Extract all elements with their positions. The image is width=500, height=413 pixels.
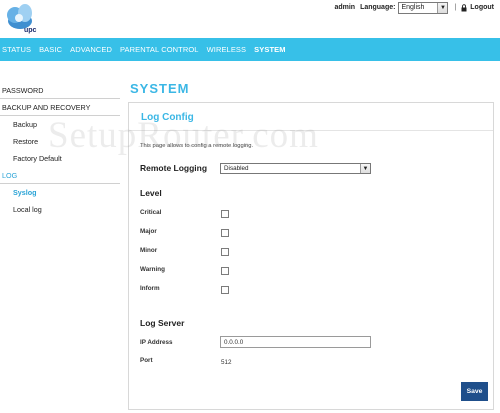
- logout-label: Logout: [470, 4, 494, 11]
- ip-address-value: 0.0.0.0: [224, 338, 244, 346]
- tab-wireless[interactable]: WIRELESS: [205, 38, 253, 61]
- remote-logging-value: Disabled: [224, 165, 249, 172]
- page-title: SYSTEM: [130, 81, 190, 96]
- log-server-heading: Log Server: [140, 318, 185, 328]
- main-nav: STATUS BASIC ADVANCED PARENTAL CONTROL W…: [0, 38, 500, 61]
- sidebar-item-syslog[interactable]: Syslog: [0, 184, 120, 201]
- sidebar-item-local-log[interactable]: Local log: [0, 201, 120, 218]
- level-minor-checkbox[interactable]: [221, 248, 229, 256]
- level-warning-label: Warning: [140, 266, 165, 273]
- sidebar: PASSWORD BACKUP AND RECOVERY Backup Rest…: [0, 82, 120, 218]
- panel-header: Log Config: [129, 103, 493, 131]
- ip-address-label: IP Address: [140, 339, 173, 346]
- ip-address-input[interactable]: 0.0.0.0: [220, 336, 371, 348]
- router-admin-page: upc admin Language: English ▼ | Logout S…: [0, 0, 500, 413]
- language-label: Language:: [360, 4, 396, 11]
- remote-logging-label: Remote Logging: [140, 163, 208, 173]
- tab-basic[interactable]: BASIC: [37, 38, 68, 61]
- chevron-down-icon: ▼: [437, 2, 448, 13]
- port-value: 512: [221, 359, 232, 366]
- separator: |: [454, 4, 457, 11]
- sidebar-item-restore[interactable]: Restore: [0, 133, 120, 150]
- port-label: Port: [140, 357, 153, 364]
- sidebar-item-backup-and-recovery[interactable]: BACKUP AND RECOVERY: [0, 99, 120, 116]
- sidebar-item-factory-default[interactable]: Factory Default: [0, 150, 120, 167]
- level-minor-label: Minor: [140, 247, 158, 254]
- username: admin: [334, 4, 356, 11]
- tab-advanced[interactable]: ADVANCED: [68, 38, 118, 61]
- panel-description: This page allows to config a remote logg…: [140, 143, 254, 149]
- level-major-label: Major: [140, 228, 157, 235]
- level-critical-label: Critical: [140, 209, 162, 216]
- top-bar: admin Language: English ▼ | Logout: [334, 1, 494, 14]
- tab-system[interactable]: SYSTEM: [252, 38, 291, 61]
- language-value: English: [401, 4, 425, 11]
- sidebar-item-password[interactable]: PASSWORD: [0, 82, 120, 99]
- level-major-checkbox[interactable]: [221, 229, 229, 237]
- sidebar-item-log[interactable]: LOG: [0, 167, 120, 184]
- tab-status[interactable]: STATUS: [0, 38, 37, 61]
- remote-logging-select[interactable]: Disabled ▼: [220, 163, 371, 174]
- level-inform-checkbox[interactable]: [221, 286, 229, 294]
- logout-link[interactable]: Logout: [461, 3, 494, 12]
- logo-text: upc: [24, 27, 37, 34]
- level-heading: Level: [140, 188, 162, 198]
- lock-icon: [461, 3, 467, 11]
- level-critical-checkbox[interactable]: [221, 210, 229, 218]
- level-inform-label: Inform: [140, 285, 160, 292]
- sidebar-item-backup[interactable]: Backup: [0, 116, 120, 133]
- save-button[interactable]: Save: [461, 382, 488, 401]
- panel-title: Log Config: [141, 112, 194, 123]
- chevron-down-icon: ▼: [360, 164, 370, 173]
- log-config-panel: Log Config This page allows to config a …: [128, 102, 494, 410]
- tab-parental-control[interactable]: PARENTAL CONTROL: [118, 38, 205, 61]
- level-warning-checkbox[interactable]: [221, 267, 229, 275]
- language-select[interactable]: English ▼: [398, 1, 449, 14]
